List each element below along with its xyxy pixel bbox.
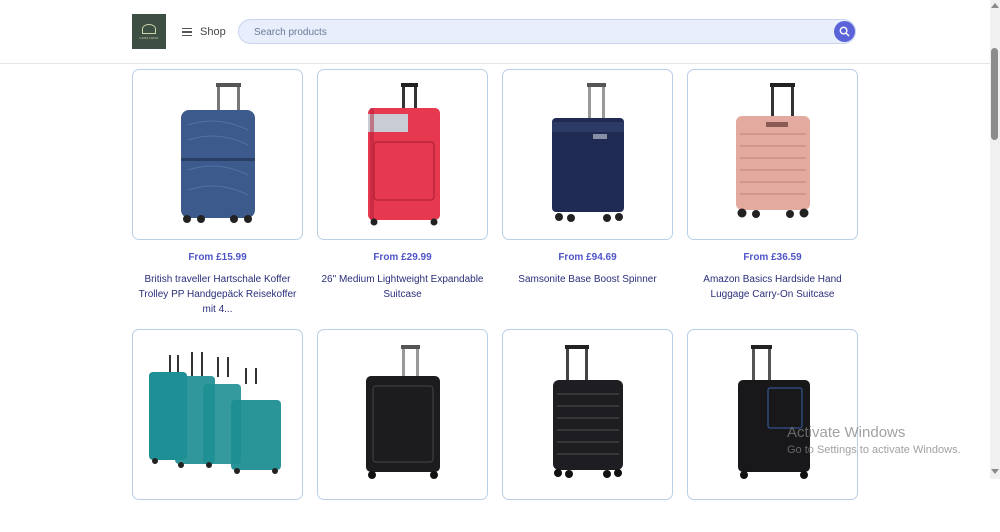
- product-name[interactable]: 26" Medium Lightweight Expandable Suitca…: [317, 272, 488, 302]
- product-price: [687, 512, 858, 526]
- shop-label: Shop: [200, 26, 226, 38]
- product-card[interactable]: From £94.69 Samsonite Base Boost Spinner: [502, 69, 673, 287]
- product-image[interactable]: [687, 329, 858, 500]
- search-bar: [238, 19, 856, 44]
- scrollbar-thumb[interactable]: [991, 48, 998, 140]
- suitcase-set-icon: [149, 352, 281, 474]
- product-price: From £94.69: [558, 252, 617, 263]
- hardshell-suitcase-icon: [736, 83, 810, 218]
- logo-emblem-icon: [142, 23, 156, 34]
- soft-suitcase-icon: [738, 345, 810, 479]
- product-name[interactable]: British traveller Hartschale Koffer Trol…: [132, 272, 303, 317]
- shop-menu-button[interactable]: Shop: [182, 22, 226, 42]
- scroll-down-arrow-icon[interactable]: [991, 469, 999, 474]
- hardshell-suitcase-icon: [553, 345, 623, 478]
- product-image[interactable]: [317, 329, 488, 500]
- product-name[interactable]: Samsonite Base Boost Spinner: [502, 272, 673, 287]
- product-image[interactable]: [132, 329, 303, 500]
- product-card[interactable]: [132, 329, 303, 532]
- product-price: From £29.99: [373, 252, 432, 263]
- site-header: CASA NOVA Shop: [0, 0, 990, 64]
- product-price: [502, 512, 673, 526]
- watermark-title: Activate Windows: [787, 424, 906, 441]
- product-card[interactable]: [317, 329, 488, 532]
- product-price: [317, 512, 488, 526]
- product-card[interactable]: From £36.59 Amazon Basics Hardside Hand …: [687, 69, 858, 302]
- logo-text: CASA NOVA: [139, 35, 159, 40]
- product-card[interactable]: From £29.99 26" Medium Lightweight Expan…: [317, 69, 488, 302]
- windows-activation-watermark: Activate Windows Go to Settings to activ…: [787, 424, 961, 456]
- search-icon: [839, 26, 850, 37]
- product-card[interactable]: From £15.99 British traveller Hartschale…: [132, 69, 303, 317]
- product-name[interactable]: Amazon Basics Hardside Hand Luggage Carr…: [687, 272, 858, 302]
- scroll-up-arrow-icon[interactable]: [991, 3, 999, 8]
- product-card[interactable]: [502, 329, 673, 532]
- product-price: From £36.59: [743, 252, 802, 263]
- product-image[interactable]: [132, 69, 303, 240]
- hamburger-menu-icon: [182, 27, 192, 37]
- product-image[interactable]: [502, 69, 673, 240]
- soft-suitcase-icon: [552, 83, 624, 222]
- soft-suitcase-icon: [368, 83, 440, 226]
- product-image[interactable]: [502, 329, 673, 500]
- search-input[interactable]: [252, 23, 816, 42]
- product-image[interactable]: [317, 69, 488, 240]
- search-button[interactable]: [834, 21, 855, 42]
- store-logo[interactable]: CASA NOVA: [132, 14, 166, 49]
- product-price: From £15.99: [188, 252, 247, 263]
- watermark-subtitle: Go to Settings to activate Windows.: [787, 444, 961, 456]
- product-price: [132, 512, 303, 526]
- hardshell-suitcase-icon: [181, 83, 255, 223]
- soft-suitcase-icon: [366, 345, 440, 479]
- product-image[interactable]: [687, 69, 858, 240]
